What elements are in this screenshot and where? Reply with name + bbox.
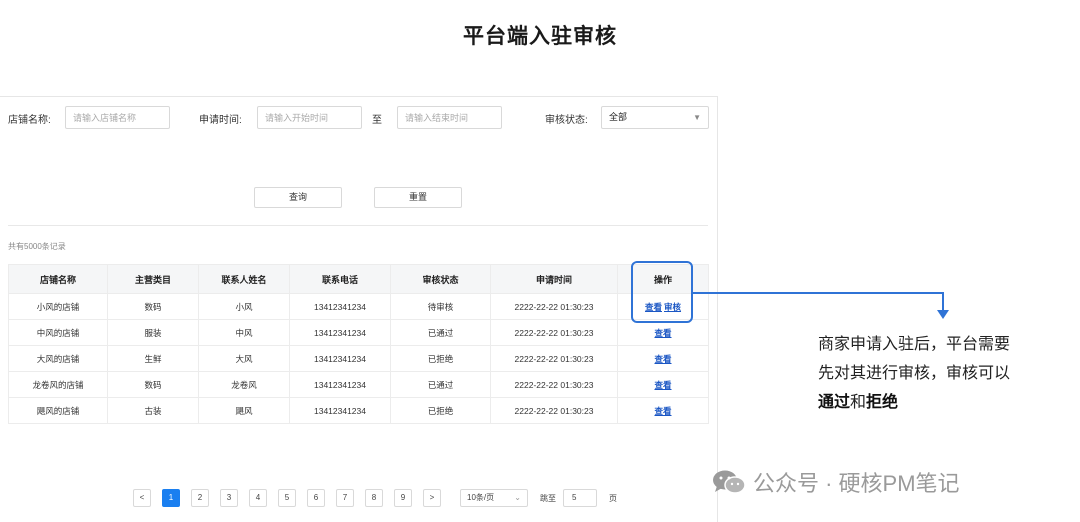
to-label: 至	[372, 115, 382, 126]
table-row: 龙卷风的店铺 数码 龙卷风 13412341234 已通过 2222-22-22…	[8, 371, 709, 398]
cell-store: 龙卷风的店铺	[8, 371, 108, 398]
cell-contact: 龙卷风	[198, 371, 290, 398]
watermark: 公众号 · 硬核PM笔记	[712, 466, 960, 498]
annotation-reject: 拒绝	[866, 394, 899, 411]
status-select-value: 全部	[609, 112, 628, 122]
cell-contact: 中风	[198, 319, 290, 346]
status-select[interactable]: 全部 ▼	[601, 106, 709, 129]
cell-phone: 13412341234	[289, 397, 391, 424]
callout-connector-vertical	[942, 292, 944, 312]
record-count: 共有5000条记录	[8, 242, 66, 251]
cell-time: 2222-22-22 01:30:23	[490, 319, 618, 346]
page-button-3[interactable]: 3	[220, 489, 238, 507]
col-header-store: 店铺名称	[8, 264, 108, 294]
cell-phone: 13412341234	[289, 371, 391, 398]
cell-contact: 飓风	[198, 397, 290, 424]
annotation-line-2: 先对其进行审核，审核可以	[818, 365, 1011, 382]
col-header-time: 申请时间	[490, 264, 618, 294]
cell-status: 已拒绝	[390, 397, 491, 424]
page-title: 平台端入驻审核	[463, 25, 617, 48]
cell-time: 2222-22-22 01:30:23	[490, 371, 618, 398]
reset-button[interactable]: 重置	[374, 187, 462, 208]
cell-time: 2222-22-22 01:30:23	[490, 345, 618, 372]
col-header-contact: 联系人姓名	[198, 264, 290, 294]
annotation-text: 商家申请入驻后，平台需要 先对其进行审核，审核可以 通过和拒绝	[818, 330, 1068, 417]
page-button-2[interactable]: 2	[191, 489, 209, 507]
cell-store: 大风的店铺	[8, 345, 108, 372]
annotation-line-3: 通过和拒绝	[818, 388, 1068, 417]
cell-status: 已通过	[390, 371, 491, 398]
table-row: 小风的店铺 数码 小风 13412341234 待审核 2222-22-22 0…	[8, 293, 709, 320]
table-row: 大风的店铺 生鲜 大风 13412341234 已拒绝 2222-22-22 0…	[8, 345, 709, 372]
cell-category: 生鲜	[107, 345, 199, 372]
wechat-icon	[713, 470, 746, 494]
watermark-text: 公众号 · 硬核PM笔记	[753, 471, 960, 496]
cell-phone: 13412341234	[289, 345, 391, 372]
page-button-7[interactable]: 7	[336, 489, 354, 507]
table-row: 飓风的店铺 古装 飓风 13412341234 已拒绝 2222-22-22 0…	[8, 397, 709, 424]
cell-actions: 查看	[617, 397, 709, 424]
divider	[8, 225, 708, 226]
annotation-line-1: 商家申请入驻后，平台需要	[818, 336, 1011, 353]
cell-time: 2222-22-22 01:30:23	[490, 293, 618, 320]
cell-category: 数码	[107, 293, 199, 320]
prev-page-button[interactable]: <	[133, 489, 151, 507]
cell-store: 小风的店铺	[8, 293, 108, 320]
cell-actions: 查看	[617, 319, 709, 346]
view-link[interactable]: 查看	[654, 354, 671, 364]
jump-label: 跳至	[540, 493, 556, 503]
cell-store: 中风的店铺	[8, 319, 108, 346]
cell-category: 服装	[107, 319, 199, 346]
cell-contact: 小风	[198, 293, 290, 320]
page-button-4[interactable]: 4	[249, 489, 267, 507]
cell-status: 已拒绝	[390, 345, 491, 372]
actions-highlight-box	[631, 261, 693, 323]
cell-actions: 查看	[617, 345, 709, 372]
page-size-value: 10条/页	[467, 493, 495, 502]
cell-time: 2222-22-22 01:30:23	[490, 397, 618, 424]
page-suffix-label: 页	[609, 493, 617, 503]
cell-store: 飓风的店铺	[8, 397, 108, 424]
table-row: 中风的店铺 服装 中风 13412341234 已通过 2222-22-22 0…	[8, 319, 709, 346]
cell-contact: 大风	[198, 345, 290, 372]
query-button[interactable]: 查询	[254, 187, 342, 208]
store-name-label: 店铺名称:	[8, 115, 51, 126]
cell-status: 待审核	[390, 293, 491, 320]
store-name-input[interactable]	[65, 106, 170, 129]
page-button-8[interactable]: 8	[365, 489, 383, 507]
status-label: 审核状态:	[545, 115, 588, 126]
end-time-input[interactable]	[397, 106, 502, 129]
view-link[interactable]: 查看	[654, 380, 671, 390]
table-header-row: 店铺名称 主营类目 联系人姓名 联系电话 审核状态 申请时间 操作	[8, 264, 709, 294]
next-page-button[interactable]: >	[423, 489, 441, 507]
page-size-select[interactable]: 10条/页 ⌄	[460, 489, 528, 507]
cell-category: 数码	[107, 371, 199, 398]
annotation-approve: 通过	[818, 394, 851, 411]
cell-phone: 13412341234	[289, 293, 391, 320]
cell-category: 古装	[107, 397, 199, 424]
page-button-9[interactable]: 9	[394, 489, 412, 507]
arrow-down-icon	[937, 310, 949, 319]
view-link[interactable]: 查看	[654, 406, 671, 416]
col-header-status: 审核状态	[390, 264, 491, 294]
page-button-1[interactable]: 1	[162, 489, 180, 507]
col-header-category: 主营类目	[107, 264, 199, 294]
callout-connector-horizontal	[693, 292, 943, 294]
page-button-6[interactable]: 6	[307, 489, 325, 507]
col-header-phone: 联系电话	[289, 264, 391, 294]
chevron-down-icon: ⌄	[514, 493, 521, 502]
cell-actions: 查看	[617, 371, 709, 398]
cell-phone: 13412341234	[289, 319, 391, 346]
page-button-5[interactable]: 5	[278, 489, 296, 507]
pagination: < 1 2 3 4 5 6 7 8 9 > 10条/页 ⌄ 跳至 5 页	[133, 489, 617, 507]
store-table: 店铺名称 主营类目 联系人姓名 联系电话 审核状态 申请时间 操作 小风的店铺 …	[8, 264, 709, 424]
jump-page-input[interactable]: 5	[563, 489, 597, 507]
apply-time-label: 申请时间:	[199, 115, 242, 126]
start-time-input[interactable]	[257, 106, 362, 129]
view-link[interactable]: 查看	[654, 328, 671, 338]
annotation-and: 和	[850, 394, 867, 411]
chevron-down-icon: ▼	[693, 113, 701, 122]
cell-status: 已通过	[390, 319, 491, 346]
